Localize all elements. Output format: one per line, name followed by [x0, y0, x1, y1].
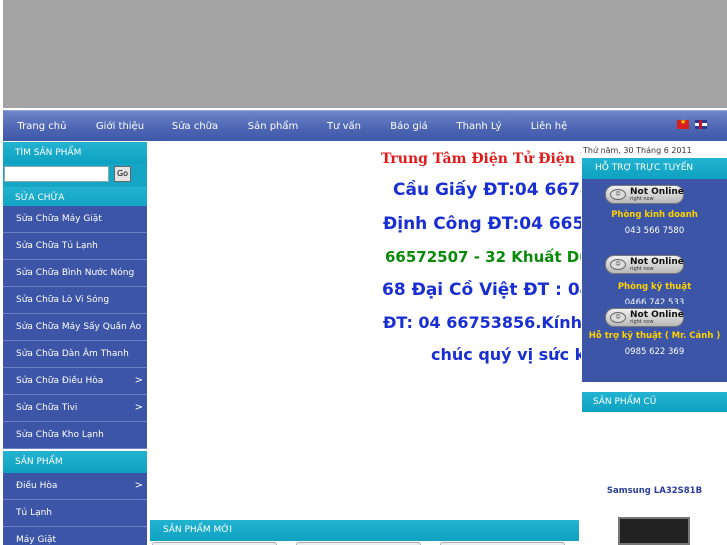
sidebar-item-label: Máy Giặt: [16, 535, 56, 545]
sidebar-item-product-fridge[interactable]: Tủ Lạnh: [3, 500, 147, 527]
sidebar-item-label: Sửa Chữa Lò Vi Sóng: [16, 295, 110, 305]
marquee-line: Cầu Giấy ĐT:04 66741: [393, 180, 581, 200]
sidebar-item-label: Sửa Chữa Tivi: [16, 403, 78, 413]
sidebar-item-label: Sửa Chữa Điều Hòa: [16, 376, 104, 386]
left-sidebar: TÌM SẢN PHẨM Go SỬA CHỮA Sửa Chữa Máy Gi…: [3, 142, 147, 545]
main-nav: Trang chủ Giới thiệu Sửa chữa Sản phẩm T…: [3, 110, 727, 141]
sidebar-item-repair-audio[interactable]: Sửa Chữa Dàn Âm Thanh: [3, 341, 147, 368]
marquee-line: ĐT: 04 66753856.Kính c: [383, 313, 581, 332]
online-support-panel: HỖ TRỢ TRỰC TUYẾN ☺ Not Online right now…: [582, 158, 727, 328]
marquee-line: 68 Đại Cồ Việt ĐT : 04: [382, 280, 581, 300]
support-title: HỖ TRỢ TRỰC TUYẾN: [582, 158, 727, 179]
contact-title: Hỗ trợ kỹ thuật ( Mr. Cảnh ): [588, 331, 721, 341]
chevron-right-icon: >: [134, 375, 143, 386]
sidebar-item-label: Điều Hòa: [16, 481, 58, 491]
nav-pricing[interactable]: Báo giá: [373, 111, 445, 142]
contact-phone: 0985 622 369: [624, 347, 685, 357]
sidebar-item-repair-cold-storage[interactable]: Sửa Chữa Kho Lạnh: [3, 422, 147, 449]
sidebar-item-label: Sửa Chữa Máy Sấy Quần Áo: [16, 322, 142, 332]
support-panel-extension: ☺ Not Online right now Hỗ trợ kỹ thuật (…: [582, 304, 727, 382]
marquee-line: 66572507 - 32 Khuất Du: [385, 248, 581, 266]
old-products-title: SẢN PHẨM CŨ: [582, 392, 727, 412]
messenger-icon: ☺: [610, 259, 626, 270]
nav-contact[interactable]: Liên hệ: [513, 111, 585, 142]
sidebar-item-label: Sửa Chữa Dàn Âm Thanh: [16, 349, 129, 359]
search-section-title: TÌM SẢN PHẨM: [3, 142, 147, 164]
new-products-title: SẢN PHẨM MỚI: [150, 520, 579, 541]
nav-home[interactable]: Trang chủ: [3, 111, 81, 142]
messenger-icon: ☺: [610, 312, 626, 323]
product-search-input[interactable]: [4, 166, 109, 182]
contact-title: Phòng kinh doanh: [611, 210, 698, 220]
sidebar-item-label: Sửa Chữa Bình Nước Nóng: [16, 268, 135, 278]
page: Trang chủ Giới thiệu Sửa chữa Sản phẩm T…: [0, 0, 727, 545]
messenger-icon: ☺: [610, 189, 626, 200]
product-section-title: SẢN PHẨM: [3, 451, 147, 473]
vietnam-flag-icon[interactable]: [677, 118, 689, 129]
sidebar-item-repair-tv[interactable]: Sửa Chữa Tivi >: [3, 395, 147, 422]
sidebar-item-label: Tủ Lạnh: [16, 508, 52, 518]
contact-phone: 043 566 7580: [624, 226, 685, 236]
sidebar-item-repair-dryer[interactable]: Sửa Chữa Máy Sấy Quần Áo: [3, 314, 147, 341]
chat-status-button[interactable]: ☺ Not Online right now: [605, 255, 684, 274]
sidebar-item-repair-aircon[interactable]: Sửa Chữa Điều Hòa >: [3, 368, 147, 395]
right-sidebar: Thứ năm, 30 Tháng 6 2011 HỖ TRỢ TRỰC TUY…: [582, 142, 727, 545]
status-sub: right now: [630, 319, 654, 325]
chat-status-button[interactable]: ☺ Not Online right now: [605, 308, 684, 327]
sidebar-item-repair-microwave[interactable]: Sửa Chữa Lò Vi Sóng: [3, 287, 147, 314]
sidebar-item-repair-water-heater[interactable]: Sửa Chữa Bình Nước Nóng: [3, 260, 147, 287]
sidebar-item-product-washer[interactable]: Máy Giặt: [3, 527, 147, 545]
main-content: Trung Tâm Điện Tử Điện La Cầu Giấy ĐT:04…: [150, 142, 581, 545]
status-sub: right now: [630, 266, 654, 272]
old-product-name[interactable]: Samsung LA32S81B: [582, 486, 727, 496]
sidebar-item-repair-fridge[interactable]: Sửa Chữa Tủ Lạnh: [3, 233, 147, 260]
nav-products[interactable]: Sản phẩm: [231, 111, 315, 142]
sidebar-item-product-aircon[interactable]: Điều Hòa >: [3, 473, 147, 500]
nav-about[interactable]: Giới thiệu: [81, 111, 159, 142]
nav-repair[interactable]: Sửa chữa: [159, 111, 231, 142]
marquee-line: chúc quý vị sức k: [431, 345, 581, 364]
sidebar-item-label: Sửa Chữa Tủ Lạnh: [16, 241, 98, 251]
sidebar-item-repair-washer[interactable]: Sửa Chữa Máy Giặt: [3, 206, 147, 233]
tv-product-image[interactable]: [618, 517, 690, 545]
chevron-right-icon: >: [134, 402, 143, 413]
nav-clearance[interactable]: Thanh Lý: [445, 111, 513, 142]
marquee-line: Trung Tâm Điện Tử Điện La: [381, 151, 581, 167]
search-go-button[interactable]: Go: [114, 166, 131, 182]
contact-title: Phòng kỹ thuật: [617, 282, 692, 292]
uk-flag-icon[interactable]: [695, 120, 707, 129]
sidebar-item-label: Sửa Chữa Kho Lạnh: [16, 430, 104, 440]
marquee-line: Định Công ĐT:04 66570: [383, 214, 581, 234]
current-date: Thứ năm, 30 Tháng 6 2011: [583, 146, 692, 155]
nav-advice[interactable]: Tư vấn: [315, 111, 373, 142]
status-sub: right now: [630, 196, 654, 202]
sidebar-item-label: Sửa Chữa Máy Giặt: [16, 214, 102, 224]
chevron-right-icon: >: [134, 480, 143, 491]
header-banner: [3, 0, 727, 108]
chat-status-button[interactable]: ☺ Not Online right now: [605, 185, 684, 204]
